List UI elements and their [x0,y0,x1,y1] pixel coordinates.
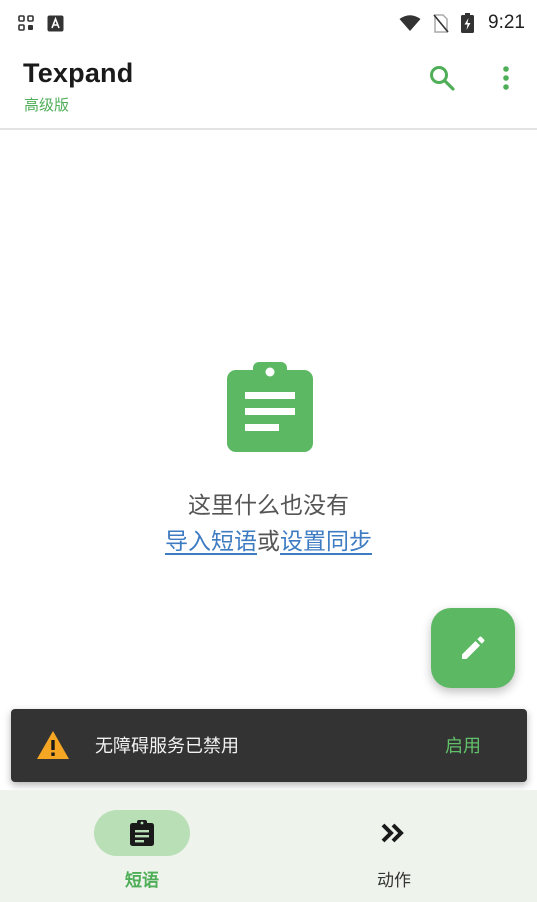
more-vertical-icon [503,66,509,90]
search-button[interactable] [424,60,460,96]
status-left [18,15,64,32]
status-right: 9:21 [399,12,525,34]
snackbar-message: 无障碍服务已禁用 [95,736,239,757]
empty-state-actions: 导入短语或设置同步 [0,522,537,556]
status-time: 9:21 [488,12,525,33]
nav-label-actions: 动作 [377,871,411,891]
app-bar: Texpand 高级版 [0,46,537,130]
enable-button[interactable]: 启用 [445,732,481,758]
status-bar: 9:21 [0,0,537,46]
keyboard-a-icon [47,15,64,31]
more-options-button[interactable] [488,60,524,96]
clipboard-empty-icon [227,362,313,452]
setup-sync-link[interactable]: 设置同步 [280,529,372,555]
nav-label-phrases: 短语 [125,871,159,891]
nav-active-indicator [94,810,190,856]
empty-state-separator: 或 [257,529,280,555]
double-chevron-right-icon [381,823,404,843]
warning-icon [37,731,69,759]
clipboard-icon [130,820,154,846]
nav-icon-wrapper [378,818,408,848]
app-subtitle: 高级版 [24,96,70,114]
no-sim-icon [433,13,449,33]
import-phrases-link[interactable]: 导入短语 [165,529,257,555]
notification-grid-icon [18,15,34,31]
nav-item-phrases[interactable]: 短语 [0,790,268,902]
wifi-icon [399,14,421,31]
bottom-navigation: 短语 动作 [0,790,537,902]
edit-icon [462,636,485,659]
new-phrase-fab[interactable] [431,608,515,688]
snackbar: 无障碍服务已禁用 启用 [11,709,527,782]
battery-charging-icon [461,13,475,33]
search-icon [430,66,455,91]
nav-item-actions[interactable]: 动作 [268,790,536,902]
empty-state-message: 这里什么也没有 [188,493,349,519]
app-title: Texpand [23,58,134,88]
